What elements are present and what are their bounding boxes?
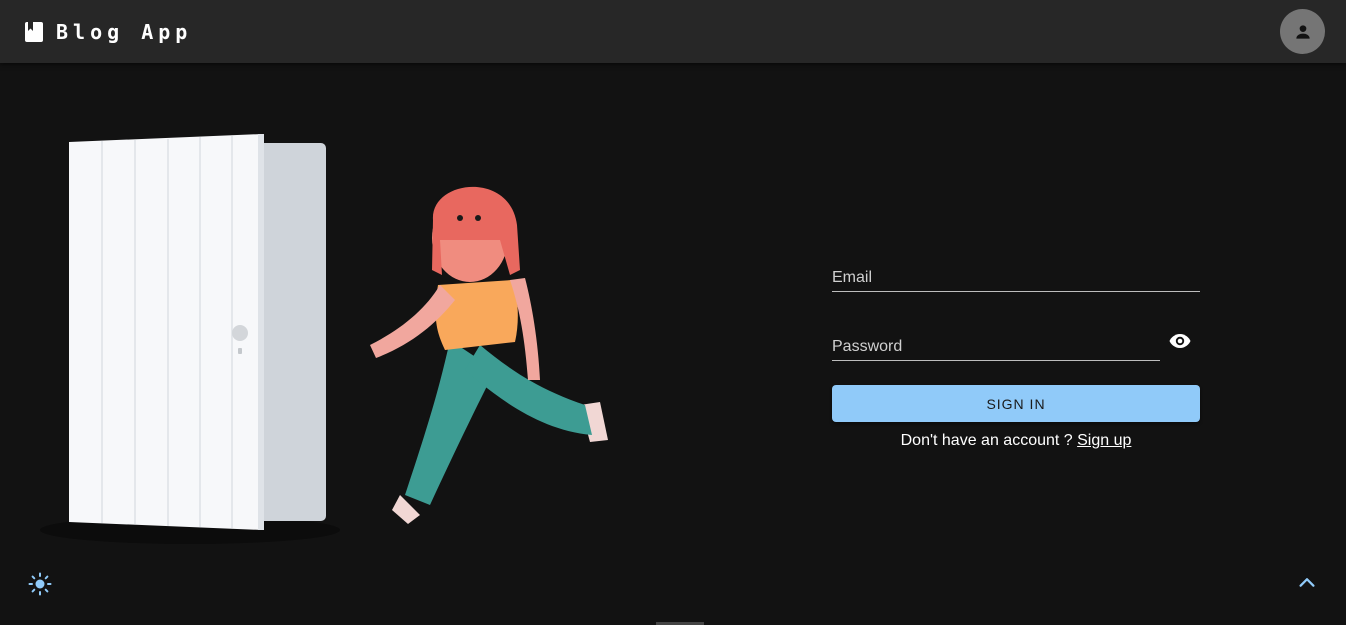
eye-icon[interactable] xyxy=(1168,329,1192,353)
login-form: SIGN IN Don't have an account ? Sign up xyxy=(832,255,1200,449)
signup-prompt: Don't have an account ? xyxy=(900,432,1078,449)
chevron-up-icon[interactable] xyxy=(1296,571,1318,593)
signup-row: Don't have an account ? Sign up xyxy=(832,432,1200,450)
login-illustration xyxy=(40,134,608,544)
email-field xyxy=(832,255,1200,292)
book-icon xyxy=(25,21,43,42)
sun-icon[interactable] xyxy=(28,572,52,596)
email-input[interactable] xyxy=(832,269,1200,287)
app-bar: Blog App xyxy=(0,0,1346,63)
person-icon xyxy=(1295,24,1310,39)
password-input[interactable] xyxy=(832,338,1160,356)
app-title: Blog App xyxy=(56,19,193,44)
brand[interactable]: Blog App xyxy=(24,20,192,44)
signup-link[interactable]: Sign up xyxy=(1077,432,1131,449)
password-field xyxy=(832,324,1160,361)
avatar-button[interactable] xyxy=(1280,9,1325,54)
sign-in-button[interactable]: SIGN IN xyxy=(832,385,1200,422)
